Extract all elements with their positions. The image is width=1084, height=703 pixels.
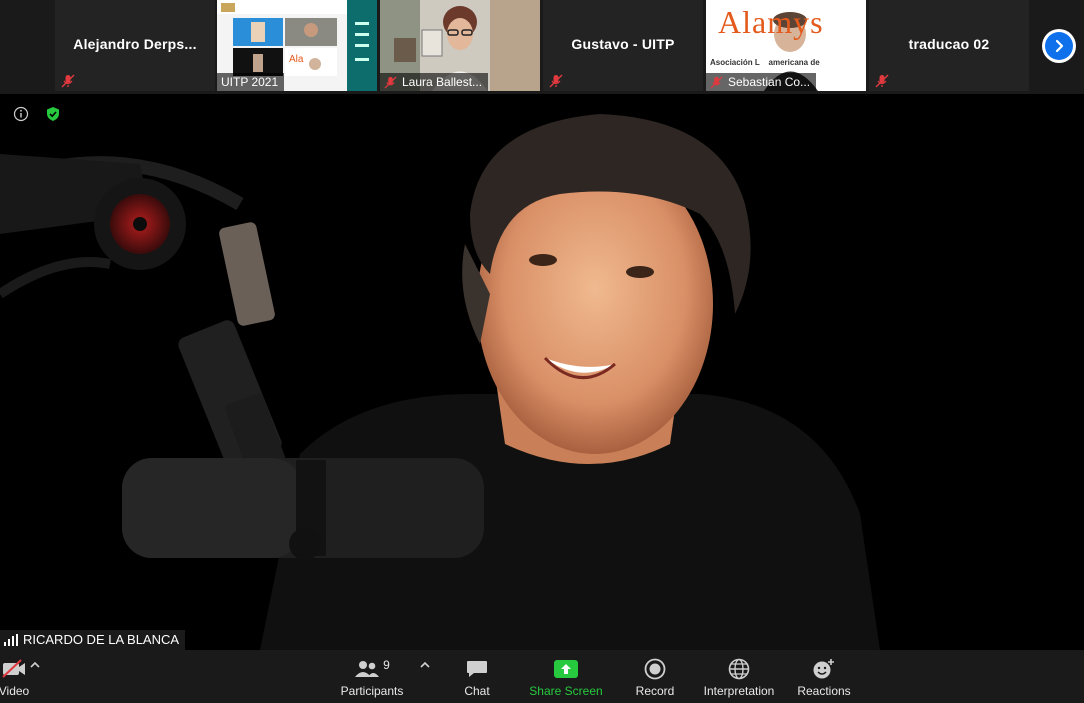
muted-mic-icon <box>61 74 75 88</box>
participant-tile-uitp[interactable]: Ala UITP 2021 <box>217 0 377 91</box>
meeting-toolbar: Video 9 Participants Chat Share Screen R… <box>0 650 1084 703</box>
interpretation-label: Interpretation <box>703 684 775 698</box>
muted-mic-icon <box>384 75 397 89</box>
globe-icon <box>728 656 750 682</box>
video-label: Video <box>0 684 30 698</box>
alamys-logo: Alamys <box>718 4 824 40</box>
record-icon <box>644 656 666 682</box>
participant-tile-gustavo[interactable]: Gustavo - UITP <box>543 0 703 91</box>
participants-icon: 9 <box>354 656 390 682</box>
speaker-video-frame <box>0 94 1084 650</box>
active-speaker-label: RICARDO DE LA BLANCA <box>0 630 186 650</box>
strip-left-edge <box>0 0 53 94</box>
participant-name: UITP 2021 <box>221 75 279 89</box>
participant-tile-alejandro[interactable]: Alejandro Derps... <box>55 0 215 91</box>
chat-icon <box>465 656 489 682</box>
participant-tile-laura[interactable]: Laura Ballest... <box>380 0 540 91</box>
muted-mic-icon <box>875 74 889 88</box>
participant-strip: Alejandro Derps... Ala UITP 2021 Laura B… <box>0 0 1084 94</box>
reactions-button[interactable]: Reactions <box>795 650 853 703</box>
muted-mic-icon <box>549 74 563 88</box>
participant-label: Sebastian Co... <box>706 73 817 91</box>
video-off-icon <box>1 656 27 682</box>
participants-options-caret-icon[interactable] <box>419 659 431 671</box>
interpretation-button[interactable]: Interpretation <box>700 650 778 703</box>
participants-label: Participants <box>340 684 404 698</box>
participant-tile-sebastian[interactable]: Alamys Asociación L americana de Sebasti… <box>706 0 866 91</box>
participant-tile-traducao[interactable]: traducao 02 <box>869 0 1029 91</box>
participant-name: traducao 02 <box>908 36 990 52</box>
info-icon[interactable] <box>13 106 29 122</box>
share-screen-label: Share Screen <box>529 684 603 698</box>
active-speaker-video <box>0 94 1084 650</box>
video-options-caret-icon[interactable] <box>29 659 41 671</box>
alamys-caption: Asociación L americana de <box>710 58 820 67</box>
participants-count: 9 <box>383 658 390 672</box>
share-screen-icon <box>553 656 579 682</box>
participant-name: Laura Ballest... <box>402 75 483 89</box>
record-label: Record <box>635 684 675 698</box>
reactions-icon <box>812 656 836 682</box>
participant-name: Alejandro Derps... <box>73 36 197 52</box>
chat-button[interactable]: Chat <box>455 650 499 703</box>
svg-text:Ala: Ala <box>289 54 304 65</box>
participant-label: UITP 2021 <box>217 73 285 91</box>
chevron-right-icon <box>1045 32 1073 60</box>
participant-name: Gustavo - UITP <box>571 36 675 52</box>
next-page-button[interactable] <box>1042 29 1076 63</box>
share-screen-button[interactable]: Share Screen <box>528 650 604 703</box>
signal-strength-icon <box>4 634 18 646</box>
record-button[interactable]: Record <box>632 650 678 703</box>
speaker-name: RICARDO DE LA BLANCA <box>23 632 180 647</box>
participant-name: Sebastian Co... <box>728 75 811 89</box>
participant-label: Laura Ballest... <box>380 73 489 91</box>
shield-check-icon[interactable] <box>45 106 61 122</box>
chat-label: Chat <box>464 684 490 698</box>
video-button[interactable]: Video <box>0 650 34 703</box>
reactions-label: Reactions <box>797 684 851 698</box>
muted-mic-icon <box>710 75 723 89</box>
participants-button[interactable]: 9 Participants <box>336 650 408 703</box>
